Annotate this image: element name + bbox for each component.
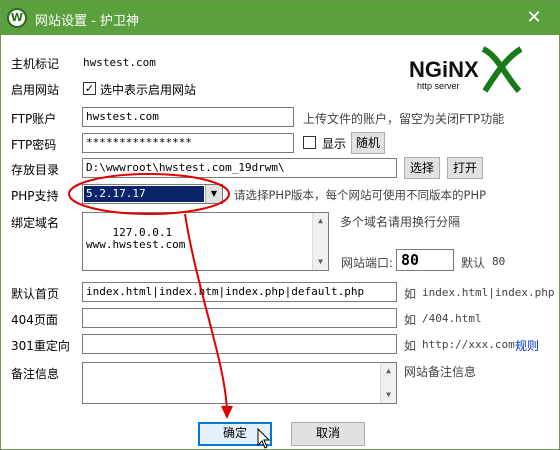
title-bar[interactable]: W 网站设置 - 护卫神 ✕ — [1, 1, 559, 35]
window-title: 网站设置 - 护卫神 — [35, 14, 139, 29]
port-default-label: 默认 — [461, 256, 486, 270]
redirect-input[interactable] — [82, 334, 397, 354]
port-input[interactable]: 80 — [396, 249, 454, 271]
domain-scrollbar[interactable]: ▲ ▼ — [312, 213, 328, 270]
close-icon[interactable]: ✕ — [519, 7, 549, 29]
port-label: 网站端口: — [341, 256, 394, 270]
scroll-down-icon[interactable]: ▼ — [313, 254, 328, 270]
show-password-label[interactable]: 显示 — [322, 135, 346, 152]
page404-label: 404页面 — [11, 313, 58, 327]
domain-text: 127.0.0.1 www.hwstest.com — [86, 226, 186, 251]
note-textarea[interactable]: ▲ ▼ — [82, 362, 397, 404]
ftp-pass-input[interactable]: **************** — [82, 133, 294, 153]
page404-hint-prefix: 如 — [404, 313, 417, 327]
redirect-label: 301重定向 — [11, 339, 70, 353]
enable-checkbox-label[interactable]: 选中表示启用网站 — [100, 81, 196, 98]
dir-input[interactable]: D:\wwwroot\hwstest.com_19drwm\ — [82, 158, 397, 178]
php-hint: 请选择PHP版本，每个网站可使用不同版本的PHP — [234, 188, 487, 202]
index-label: 默认首页 — [11, 287, 60, 301]
redirect-rule-link[interactable]: 规则 — [515, 337, 539, 354]
index-hint-prefix: 如 — [404, 287, 417, 301]
note-scrollbar[interactable]: ▲ ▼ — [380, 363, 396, 403]
ftp-pass-label: FTP密码 — [11, 138, 57, 152]
scroll-up-icon[interactable]: ▲ — [381, 363, 396, 379]
php-version-value: 5.2.17.17 — [84, 186, 204, 202]
host-value: hwstest.com — [83, 56, 156, 69]
page404-hint-value: /404.html — [422, 312, 482, 325]
cancel-button[interactable]: 取消 — [291, 422, 365, 446]
scroll-up-icon[interactable]: ▲ — [313, 213, 328, 229]
note-hint: 网站备注信息 — [404, 365, 477, 379]
dir-label: 存放目录 — [11, 163, 60, 177]
php-version-select[interactable]: 5.2.17.17 ▼ — [82, 184, 223, 204]
show-password-checkbox[interactable] — [303, 136, 316, 149]
mouse-pointer-icon — [257, 428, 271, 449]
ftp-user-hint: 上传文件的账户，留空为关闭FTP功能 — [303, 112, 505, 126]
open-dir-button[interactable]: 打开 — [447, 157, 483, 179]
index-input[interactable]: index.html|index.htm|index.php|default.p… — [82, 282, 397, 302]
scroll-down-icon[interactable]: ▼ — [381, 387, 396, 403]
enable-label: 启用网站 — [11, 83, 60, 97]
redirect-hint-value: http://xxx.com — [422, 338, 515, 351]
shield-w-icon: W — [7, 8, 27, 28]
page404-input[interactable] — [82, 308, 397, 328]
note-label: 备注信息 — [11, 367, 60, 381]
select-dir-button[interactable]: 选择 — [404, 157, 440, 179]
chevron-down-icon[interactable]: ▼ — [205, 185, 222, 203]
enable-checkbox[interactable]: ✓ — [83, 82, 96, 95]
port-default-value: 80 — [492, 255, 506, 268]
index-hint-value: index.html|index.php — [422, 286, 555, 299]
settings-window: W 网站设置 - 护卫神 ✕ NGiNX http server 主机标记 hw… — [0, 0, 560, 450]
nginx-logo: NGiNX http server — [409, 46, 523, 93]
php-label: PHP支持 — [11, 189, 59, 203]
nginx-logo-text: NGiNX — [409, 57, 479, 82]
domain-textarea[interactable]: 127.0.0.1 www.hwstest.com ▲ ▼ — [82, 212, 329, 271]
redirect-hint-prefix: 如 — [404, 339, 417, 353]
ftp-user-input[interactable]: hwstest.com — [82, 107, 294, 127]
annotation-arrow-head — [221, 406, 233, 419]
random-password-button[interactable]: 随机 — [351, 132, 385, 154]
ftp-user-label: FTP账户 — [11, 112, 57, 126]
host-label: 主机标记 — [11, 57, 60, 71]
nginx-logo-subtext: http server — [417, 81, 460, 91]
domain-hint: 多个域名请用换行分隔 — [340, 215, 461, 229]
domain-label: 绑定域名 — [11, 216, 60, 230]
